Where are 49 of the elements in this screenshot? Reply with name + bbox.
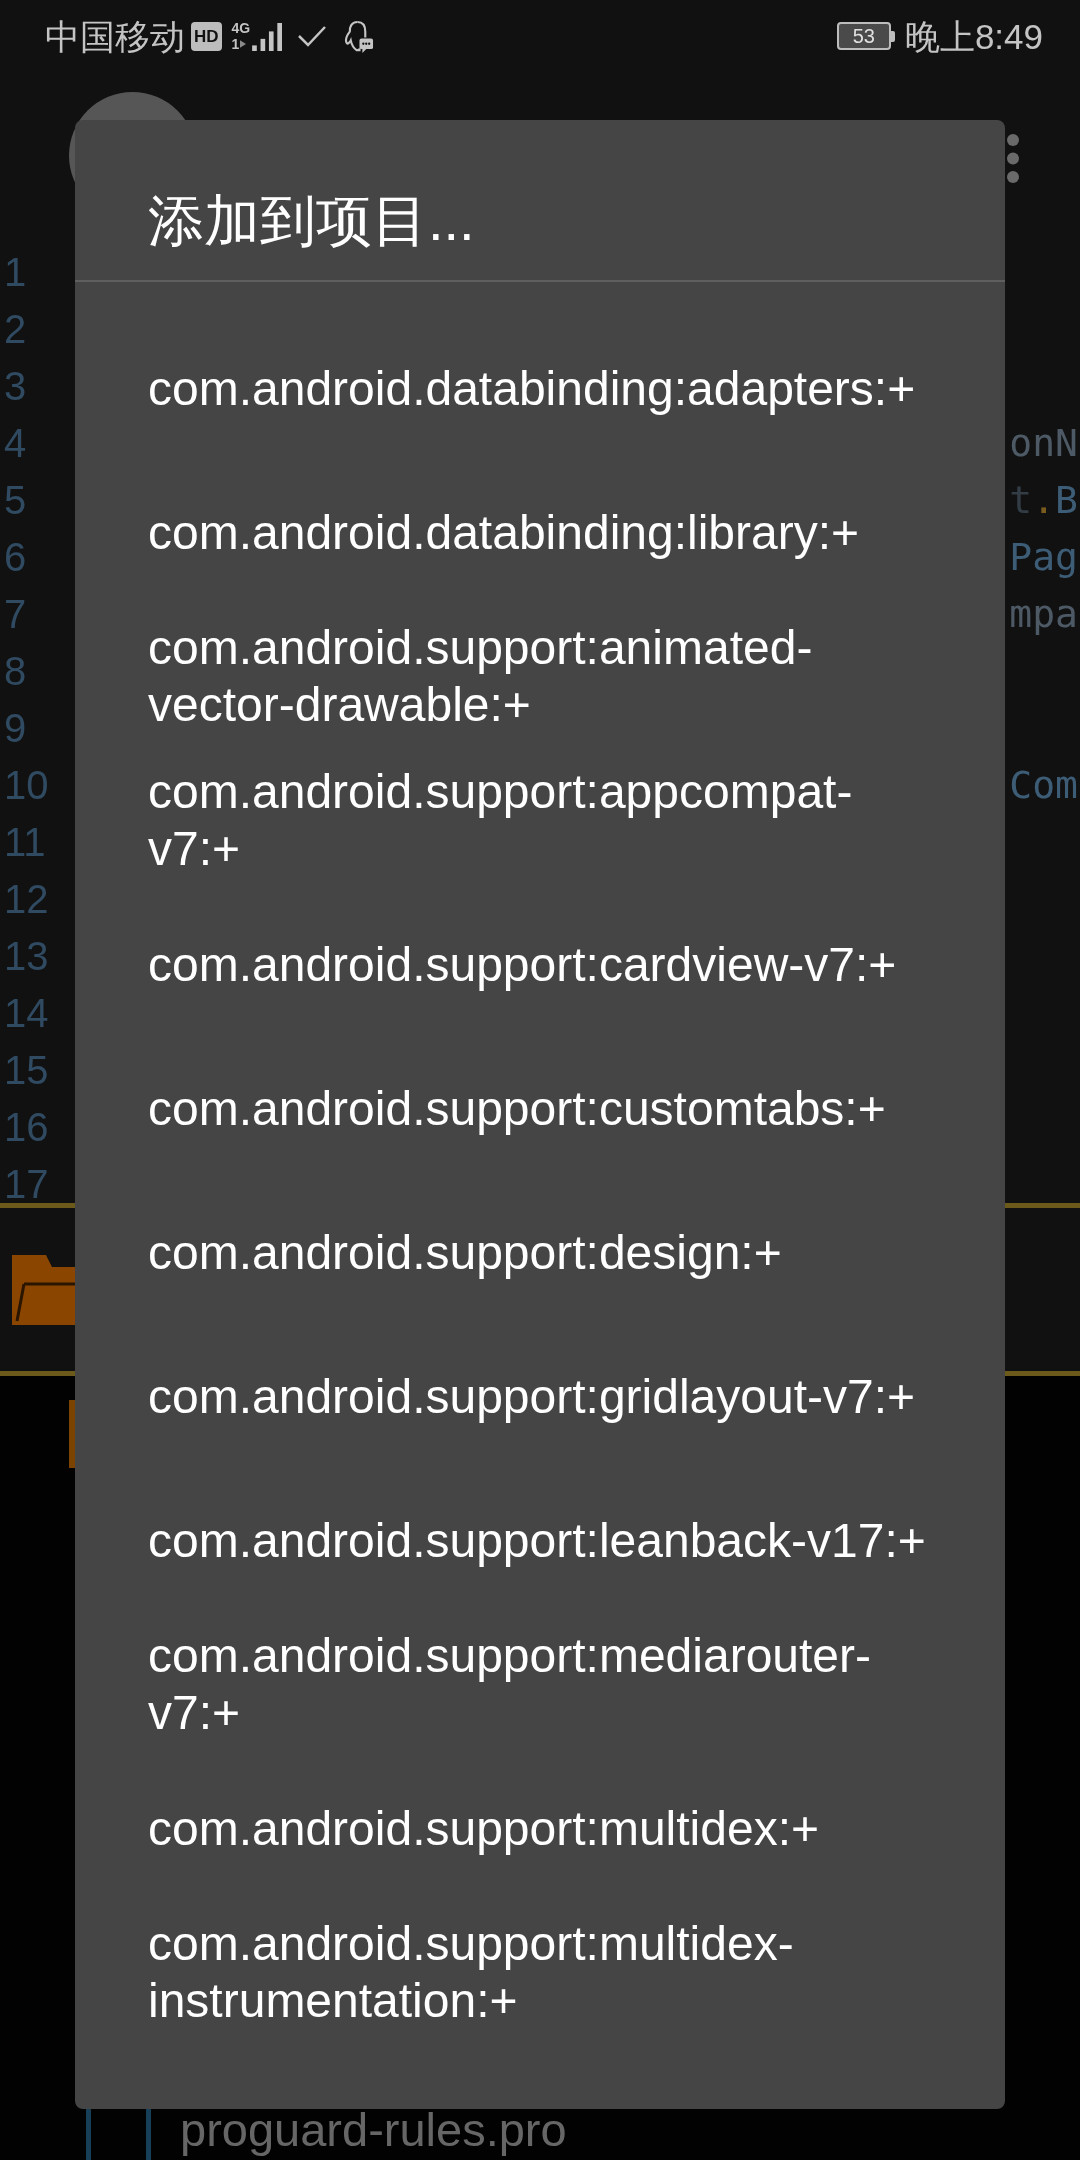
indent-guide (146, 2106, 151, 2160)
line-number: 6 (3, 536, 27, 577)
code-line: onN (1009, 423, 1079, 462)
list-item[interactable]: com.android.support:appcompat-v7:+ (75, 748, 1005, 892)
code-line: mpa (1009, 594, 1079, 633)
list-item[interactable]: com.android.support:customtabs:+ (75, 1036, 1005, 1180)
list-item[interactable]: com.android.support:multidex-instrumentation:+ (75, 1900, 1005, 2044)
indent-guide (86, 2106, 91, 2160)
line-number: 2 (3, 308, 27, 349)
triangle-icon (240, 40, 247, 48)
list-item[interactable]: com.android.databinding:library:+ (75, 460, 1005, 604)
line-number: 11 (3, 821, 46, 862)
network-type-label: 4G (231, 21, 251, 35)
list-item[interactable]: com.android.support:cardview-v7:+ (75, 892, 1005, 1036)
line-number: 4 (3, 422, 27, 463)
penguin-icon (343, 19, 375, 53)
dialog-title: 添加到项目... (148, 193, 475, 249)
line-number: 9 (3, 707, 27, 748)
list-item[interactable]: com.android.support:mediarouter-v7:+ (75, 1612, 1005, 1756)
more-options-icon[interactable] (1007, 134, 1019, 183)
code-line: Pag (1009, 537, 1079, 576)
hd-badge: HD (191, 21, 222, 51)
sim-slot-label: 1 (231, 37, 240, 51)
line-number: 15 (3, 1049, 49, 1090)
line-number: 1 (3, 251, 27, 292)
line-number: 17 (3, 1163, 49, 1203)
line-number: 7 (3, 593, 27, 634)
carrier-name: 中国移动 (45, 18, 185, 54)
line-number: 8 (3, 650, 27, 691)
list-item[interactable]: com.android.support:animated-vector-drawable:+ (75, 604, 1005, 748)
marker-bar (69, 1400, 75, 1468)
code-line: Com (1009, 765, 1079, 804)
line-number: 3 (3, 365, 27, 406)
line-number: 16 (3, 1106, 49, 1147)
line-number: 13 (3, 935, 49, 976)
list-item[interactable]: com.android.support:gridlayout-v7:+ (75, 1324, 1005, 1468)
line-number: 5 (3, 479, 27, 520)
line-number: 10 (3, 764, 49, 805)
line-number: 14 (3, 992, 49, 1033)
signal-icon (252, 23, 285, 51)
folder-icon[interactable] (12, 1254, 76, 1325)
check-icon (298, 25, 327, 47)
line-number: 12 (3, 878, 49, 919)
list-item[interactable]: com.android.support:multidex:+ (75, 1756, 1005, 1900)
clock: 晚上8:49 (904, 18, 1043, 54)
list-item[interactable]: com.android.support:leanback-v17:+ (75, 1468, 1005, 1612)
battery-indicator: 53 (836, 22, 895, 50)
list-item[interactable]: com.android.databinding:adapters:+ (75, 316, 1005, 460)
list-item[interactable]: com.android.support:design:+ (75, 1180, 1005, 1324)
